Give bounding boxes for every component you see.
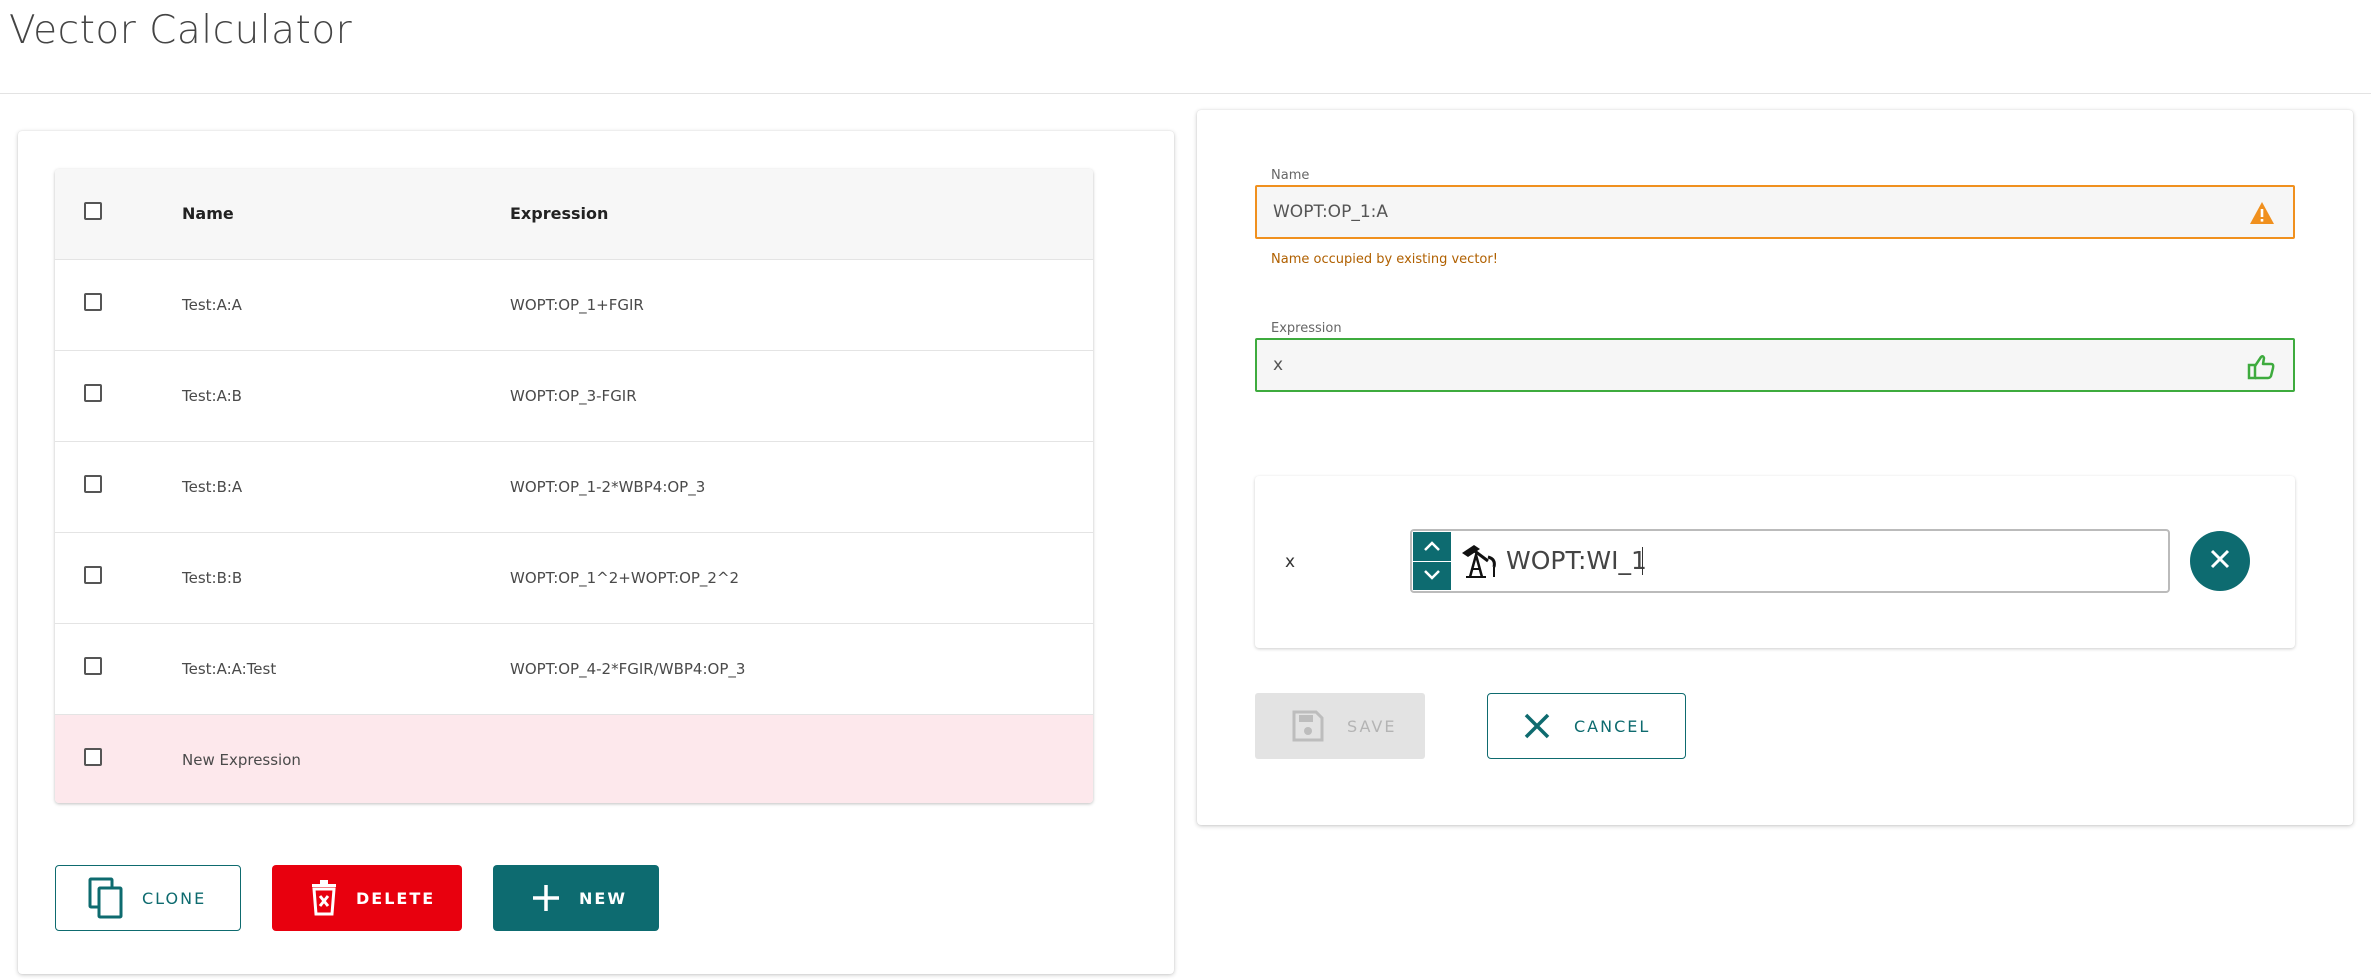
header-divider	[0, 93, 2371, 94]
close-icon	[2208, 547, 2232, 575]
expression-table: Name Expression Test:A:A WOPT:OP_1+FGIR …	[55, 169, 1093, 803]
table-row[interactable]: Test:B:B WOPT:OP_1^2+WOPT:OP_2^2	[55, 533, 1093, 624]
row-expression: WOPT:OP_1+FGIR	[510, 296, 644, 314]
name-field-value: WOPT:OP_1:A	[1273, 202, 1388, 222]
plus-icon	[531, 883, 561, 913]
row-name: Test:A:A	[182, 296, 242, 314]
row-checkbox[interactable]	[84, 748, 102, 766]
chevron-down-icon	[1423, 566, 1441, 585]
variable-mapping-box: x WOPT:WI_1	[1255, 476, 2295, 648]
trash-icon	[310, 880, 338, 916]
row-name: Test:A:B	[182, 387, 242, 405]
expression-field-value: x	[1273, 355, 1284, 375]
floppy-disk-icon	[1291, 709, 1325, 743]
table-row[interactable]: Test:A:A:Test WOPT:OP_4-2*FGIR/WBP4:OP_3	[55, 624, 1093, 715]
table-header: Name Expression	[55, 169, 1093, 260]
row-checkbox[interactable]	[84, 475, 102, 493]
name-field-label: Name	[1271, 168, 1310, 183]
row-checkbox[interactable]	[84, 566, 102, 584]
row-expression: WOPT:OP_3-FGIR	[510, 387, 637, 405]
variable-name: x	[1285, 552, 1296, 572]
row-name: Test:B:A	[182, 478, 243, 496]
step-up-button[interactable]	[1413, 532, 1451, 561]
row-checkbox[interactable]	[84, 293, 102, 311]
expression-column-header: Expression	[510, 204, 609, 223]
clone-button[interactable]: CLONE	[55, 865, 241, 931]
page-title: Vector Calculator	[9, 8, 353, 53]
clone-label: CLONE	[142, 888, 207, 908]
cancel-button[interactable]: CANCEL	[1487, 693, 1686, 759]
expression-list-card: Name Expression Test:A:A WOPT:OP_1+FGIR …	[18, 131, 1174, 974]
row-expression: WOPT:OP_1^2+WOPT:OP_2^2	[510, 569, 740, 587]
row-expression: WOPT:OP_4-2*FGIR/WBP4:OP_3	[510, 660, 746, 678]
save-label: SAVE	[1347, 716, 1397, 736]
expression-field[interactable]: x	[1255, 338, 2295, 392]
row-expression: WOPT:OP_1-2*WBP4:OP_3	[510, 478, 706, 496]
close-icon	[1522, 711, 1552, 741]
table-row[interactable]: Test:A:B WOPT:OP_3-FGIR	[55, 351, 1093, 442]
new-label: NEW	[579, 888, 627, 908]
step-down-button[interactable]	[1413, 560, 1451, 590]
row-name: Test:B:B	[182, 569, 243, 587]
vector-stepper[interactable]	[1413, 532, 1451, 590]
new-button[interactable]: NEW	[493, 865, 659, 931]
delete-label: DELETE	[356, 888, 436, 908]
save-button[interactable]: SAVE	[1255, 693, 1425, 759]
chevron-up-icon	[1423, 537, 1441, 556]
vector-selector-input[interactable]: WOPT:WI_1	[1410, 529, 2170, 593]
warning-icon	[2249, 201, 2275, 229]
delete-button[interactable]: DELETE	[272, 865, 462, 931]
thumbs-up-icon	[2247, 354, 2275, 384]
text-caret	[1642, 547, 1643, 575]
name-error-message: Name occupied by existing vector!	[1271, 252, 1498, 267]
table-row[interactable]: Test:B:A WOPT:OP_1-2*WBP4:OP_3	[55, 442, 1093, 533]
row-name: Test:A:A:Test	[182, 660, 277, 678]
expression-editor-card: Name WOPT:OP_1:A Name occupied by existi…	[1197, 110, 2353, 825]
expression-field-label: Expression	[1271, 321, 1342, 336]
row-checkbox[interactable]	[84, 384, 102, 402]
name-field[interactable]: WOPT:OP_1:A	[1255, 185, 2295, 239]
name-column-header: Name	[182, 204, 234, 223]
vector-value: WOPT:WI_1	[1506, 546, 1647, 575]
cancel-label: CANCEL	[1574, 716, 1651, 736]
oil-well-icon	[1460, 543, 1498, 583]
table-row[interactable]: Test:A:A WOPT:OP_1+FGIR	[55, 260, 1093, 351]
select-all-checkbox[interactable]	[84, 202, 102, 220]
row-checkbox[interactable]	[84, 657, 102, 675]
table-row-new-expression[interactable]: New Expression	[55, 715, 1093, 803]
remove-variable-button[interactable]	[2190, 531, 2250, 591]
copy-icon	[88, 877, 124, 919]
row-name: New Expression	[182, 751, 301, 769]
